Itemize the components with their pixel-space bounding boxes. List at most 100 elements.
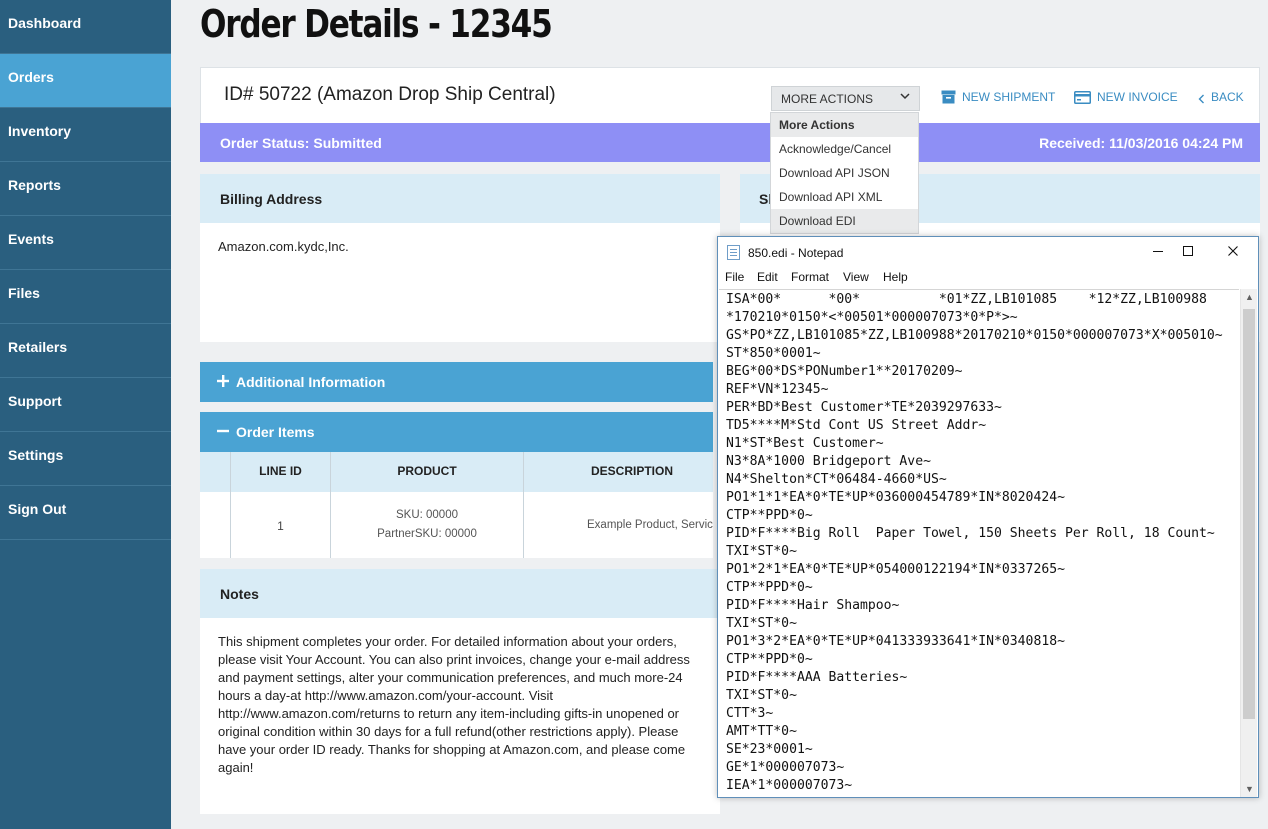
column-header-line-id: LINE ID bbox=[259, 464, 302, 478]
notepad-line: GS*PO*ZZ,LB101085*ZZ,LB100988*20170210*0… bbox=[726, 328, 1223, 343]
billing-address-name: Amazon.com.kydc,Inc. bbox=[218, 239, 349, 254]
notepad-line: GE*1*000007073~ bbox=[726, 760, 845, 775]
billing-address-panel: Billing Address Amazon.com.kydc,Inc. bbox=[200, 174, 720, 342]
archive-box-icon bbox=[941, 90, 956, 107]
notepad-line: PID*F****AAA Batteries~ bbox=[726, 670, 908, 685]
sidebar-item-reports[interactable]: Reports bbox=[0, 162, 171, 216]
notepad-line: N4*Shelton*CT*06484-4660*US~ bbox=[726, 472, 947, 487]
sidebar-item-files[interactable]: Files bbox=[0, 270, 171, 324]
notepad-line: CTP**PPD*0~ bbox=[726, 580, 813, 595]
notepad-window[interactable]: 850.edi - Notepad File Edit Format View … bbox=[717, 236, 1259, 798]
scroll-down-arrow-icon[interactable]: ▼ bbox=[1241, 784, 1258, 794]
notes-panel: Notes This shipment completes your order… bbox=[200, 569, 720, 814]
dropdown-option-download-api-json[interactable]: Download API JSON bbox=[771, 161, 918, 185]
order-status-bar: Order Status: Submitted Received: 11/03/… bbox=[200, 123, 1260, 162]
notepad-text-area[interactable]: ISA*00* *00* *01*ZZ,LB101085 *12*ZZ,LB10… bbox=[719, 289, 1239, 797]
notepad-title: 850.edi - Notepad bbox=[748, 246, 844, 260]
notepad-line: ST*850*0001~ bbox=[726, 346, 821, 361]
notepad-line: PO1*3*2*EA*0*TE*UP*041333933641*IN*03408… bbox=[726, 634, 1065, 649]
order-items-label: Order Items bbox=[236, 424, 315, 440]
scroll-up-arrow-icon[interactable]: ▲ bbox=[1241, 292, 1258, 302]
menu-file[interactable]: File bbox=[725, 270, 744, 284]
notes-heading: Notes bbox=[200, 569, 720, 618]
menu-format[interactable]: Format bbox=[791, 270, 829, 284]
order-id-label: ID# 50722 (Amazon Drop Ship Central) bbox=[224, 84, 556, 105]
column-header-product: PRODUCT bbox=[397, 464, 457, 478]
sidebar: Dashboard Orders Inventory Reports Event… bbox=[0, 0, 171, 829]
notepad-line: IEA*1*000007073~ bbox=[726, 778, 853, 793]
new-shipment-link[interactable]: NEW SHIPMENT bbox=[941, 90, 1055, 107]
notepad-line: PO1*2*1*EA*0*TE*UP*054000122194*IN*03372… bbox=[726, 562, 1065, 577]
notepad-line: REF*VN*12345~ bbox=[726, 382, 829, 397]
menu-view[interactable]: View bbox=[843, 270, 869, 284]
notepad-line: CTT*3~ bbox=[726, 706, 774, 721]
order-items-toggle[interactable]: Order Items bbox=[200, 412, 713, 452]
notepad-file-icon bbox=[727, 245, 740, 260]
menu-edit[interactable]: Edit bbox=[757, 270, 778, 284]
more-actions-label: MORE ACTIONS bbox=[781, 92, 874, 106]
back-label: BACK bbox=[1211, 90, 1244, 104]
notepad-line: PO1*1*1*EA*0*TE*UP*036000454789*IN*80204… bbox=[726, 490, 1065, 505]
notepad-line: PER*BD*Best Customer*TE*2039297633~ bbox=[726, 400, 1002, 415]
dropdown-option-download-api-xml[interactable]: Download API XML bbox=[771, 185, 918, 209]
order-items-table: LINE ID PRODUCT DESCRIPTION 1 SKU: 00000… bbox=[200, 452, 713, 558]
maximize-icon[interactable] bbox=[1173, 241, 1203, 263]
scrollbar-thumb[interactable] bbox=[1243, 309, 1255, 719]
notepad-line: TXI*ST*0~ bbox=[726, 616, 797, 631]
order-status-text: Order Status: Submitted bbox=[220, 135, 382, 151]
notes-text: This shipment completes your order. For … bbox=[218, 634, 690, 775]
menu-help[interactable]: Help bbox=[883, 270, 908, 284]
credit-card-icon bbox=[1074, 91, 1091, 107]
new-shipment-label: NEW SHIPMENT bbox=[962, 90, 1056, 104]
cell-partner-sku: PartnerSKU: 00000 bbox=[377, 528, 477, 540]
notepad-line: ISA*00* *00* *01*ZZ,LB101085 *12*ZZ,LB10… bbox=[726, 292, 1207, 307]
notepad-line: AMT*TT*0~ bbox=[726, 724, 797, 739]
sidebar-item-support[interactable]: Support bbox=[0, 378, 171, 432]
sidebar-item-events[interactable]: Events bbox=[0, 216, 171, 270]
page-title: Order Details - 12345 bbox=[200, 2, 553, 46]
cell-sku: SKU: 00000 bbox=[395, 509, 458, 521]
sidebar-item-retailers[interactable]: Retailers bbox=[0, 324, 171, 378]
new-invoice-label: NEW INVOICE bbox=[1097, 90, 1178, 104]
sidebar-item-orders[interactable]: Orders bbox=[0, 54, 171, 108]
new-invoice-link[interactable]: NEW INVOICE bbox=[1074, 90, 1178, 107]
notepad-title-bar[interactable]: 850.edi - Notepad bbox=[718, 237, 1258, 267]
more-actions-select[interactable]: MORE ACTIONS bbox=[771, 86, 920, 111]
notepad-line: CTP**PPD*0~ bbox=[726, 652, 813, 667]
additional-information-toggle[interactable]: Additional Information bbox=[200, 362, 713, 402]
notepad-menu-bar: File Edit Format View Help bbox=[718, 267, 1258, 287]
chevron-down-icon bbox=[899, 90, 911, 105]
sidebar-item-sign-out[interactable]: Sign Out bbox=[0, 486, 171, 540]
notepad-line: CTP**PPD*0~ bbox=[726, 508, 813, 523]
notepad-line: BEG*00*DS*PONumber1**20170209~ bbox=[726, 364, 963, 379]
sidebar-item-inventory[interactable]: Inventory bbox=[0, 108, 171, 162]
notepad-line: TXI*ST*0~ bbox=[726, 688, 797, 703]
minimize-icon[interactable] bbox=[1143, 241, 1173, 263]
dropdown-option-download-edi[interactable]: Download EDI bbox=[771, 209, 918, 233]
cell-line-id: 1 bbox=[277, 519, 284, 533]
notepad-scrollbar[interactable]: ▲ ▼ bbox=[1240, 289, 1257, 797]
back-link[interactable]: BACK bbox=[1198, 90, 1244, 107]
dropdown-option-more-actions[interactable]: More Actions bbox=[771, 113, 918, 137]
additional-information-label: Additional Information bbox=[236, 374, 386, 390]
notepad-line: N3*8A*1000 Bridgeport Ave~ bbox=[726, 454, 931, 469]
billing-address-heading: Billing Address bbox=[200, 174, 720, 223]
plus-icon bbox=[217, 374, 231, 392]
notepad-line: PID*F****Big Roll Paper Towel, 150 Sheet… bbox=[726, 526, 1215, 541]
cell-description: Example Product, Servic bbox=[587, 519, 713, 531]
minus-icon bbox=[217, 424, 231, 442]
notepad-line: SE*23*0001~ bbox=[726, 742, 813, 757]
notepad-line: N1*ST*Best Customer~ bbox=[726, 436, 884, 451]
close-icon[interactable] bbox=[1218, 241, 1248, 263]
notepad-line: PID*F****Hair Shampoo~ bbox=[726, 598, 900, 613]
more-actions-dropdown: More Actions Acknowledge/Cancel Download… bbox=[770, 112, 919, 234]
chevron-left-icon bbox=[1198, 93, 1205, 107]
received-date-text: Received: 11/03/2016 04:24 PM bbox=[1039, 135, 1243, 151]
sidebar-item-dashboard[interactable]: Dashboard bbox=[0, 0, 171, 54]
column-header-description: DESCRIPTION bbox=[590, 464, 673, 478]
notepad-line: TD5****M*Std Cont US Street Addr~ bbox=[726, 418, 987, 433]
sidebar-item-settings[interactable]: Settings bbox=[0, 432, 171, 486]
dropdown-option-acknowledge-cancel[interactable]: Acknowledge/Cancel bbox=[771, 137, 918, 161]
notepad-line: TXI*ST*0~ bbox=[726, 544, 797, 559]
notepad-line: *170210*0150*<*00501*000007073*0*P*>~ bbox=[726, 310, 1018, 325]
